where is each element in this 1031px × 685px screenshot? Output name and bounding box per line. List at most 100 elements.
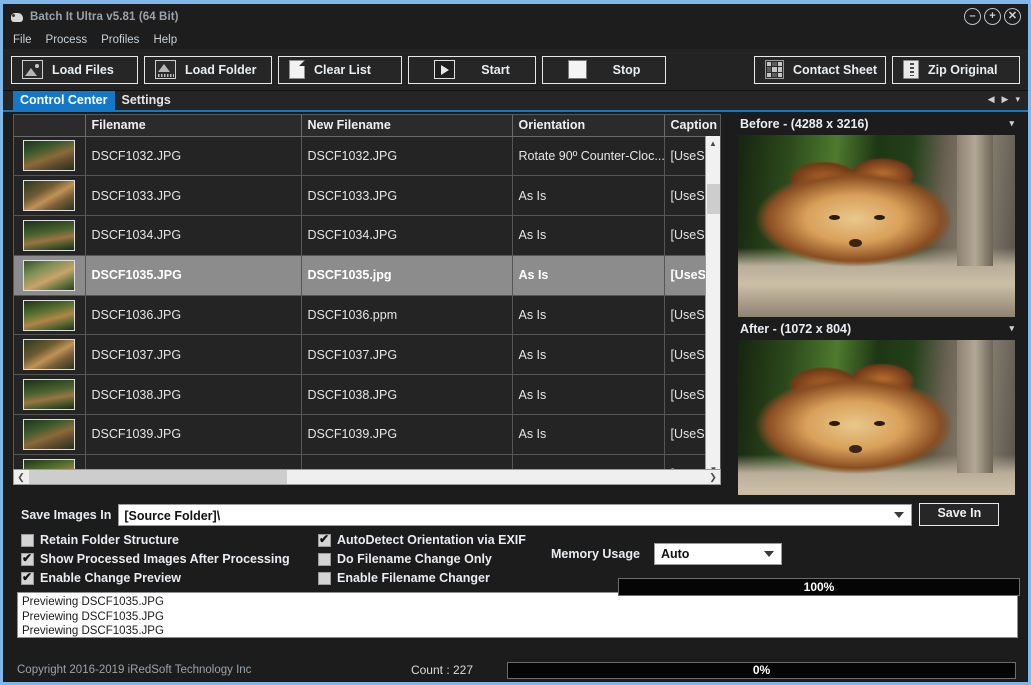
app-icon (11, 11, 24, 24)
load-folder-button[interactable]: Load Folder (144, 55, 272, 84)
column-header-thumbnail[interactable] (14, 115, 86, 137)
minimize-button[interactable]: – (964, 8, 981, 25)
cell-orientation: As Is (512, 374, 665, 416)
save-images-row: Save Images In [Source Folder]\ Save In (21, 503, 1028, 526)
maximize-button[interactable]: + (984, 8, 1001, 25)
table-row[interactable]: DSCF1038.JPGDSCF1038.JPGAs Is[UseSettin (14, 374, 720, 416)
checkbox-icon[interactable] (21, 570, 34, 585)
vertical-scrollbar[interactable]: ▲ ▼ (705, 136, 720, 475)
checkbox-icon[interactable] (318, 571, 331, 585)
settings-panel: Save Images In [Source Folder]\ Save In … (3, 495, 1028, 596)
zip-archive-icon (903, 60, 919, 79)
option-checkbox-right-2[interactable]: Enable Filename Changer (318, 571, 548, 585)
scroll-up-icon[interactable]: ▲ (706, 136, 720, 151)
cell-new-filename: DSCF1039.JPG (301, 414, 513, 455)
save-path-chevron-down-icon[interactable] (894, 511, 905, 518)
row-thumbnail-cell[interactable] (14, 255, 86, 296)
table-row[interactable]: DSCF1037.JPGDSCF1037.JPGAs Is[UseSettin (14, 334, 720, 376)
column-header-orientation[interactable]: Orientation (512, 115, 665, 137)
tab-next-icon[interactable]: ▶ (1002, 94, 1009, 105)
save-path-combobox[interactable]: [Source Folder]\ (118, 503, 913, 526)
window-title: Batch It Ultra v5.81 (64 Bit) (30, 11, 179, 23)
zip-original-button[interactable]: Zip Original (892, 55, 1020, 84)
option-checkbox-left-1[interactable]: Show Processed Images After Processing (21, 551, 318, 566)
horizontal-scrollbar-thumb[interactable] (29, 470, 287, 484)
tab-bar: Control Center Settings ◀ ▶ ▾ (3, 91, 1028, 112)
checkbox-icon[interactable] (318, 532, 331, 547)
table-row[interactable]: DSCF1032.JPG DSCF1032.JPG Rotate 90º Count… (14, 136, 720, 177)
thumbnail-image (23, 219, 76, 251)
row-thumbnail-cell[interactable] (14, 136, 86, 177)
thumbnail-image (23, 140, 76, 172)
before-preview-image[interactable] (738, 135, 1015, 317)
window-controls: – + ✕ (964, 8, 1021, 25)
after-chevron-down-icon[interactable]: ▾ (1009, 323, 1014, 334)
start-button[interactable]: Start (408, 55, 536, 84)
checkbox-icon[interactable] (21, 533, 34, 547)
save-in-button[interactable]: Save In (919, 503, 1000, 526)
vertical-scrollbar-thumb[interactable] (707, 184, 720, 214)
checkbox-icon[interactable] (21, 551, 34, 566)
copyright-text: Copyright 2016-2019 iRedSoft Technology … (17, 664, 252, 676)
table-row[interactable]: DSCF1039.JPGDSCF1039.JPGAs Is[UseSettin (14, 414, 720, 455)
checkbox-label: Enable Filename Changer (337, 571, 490, 585)
menu-profiles[interactable]: Profiles (101, 34, 139, 46)
load-folder-label: Load Folder (185, 62, 257, 77)
row-thumbnail-cell[interactable] (14, 175, 86, 217)
row-thumbnail-cell[interactable] (14, 414, 86, 455)
table-row[interactable]: DSCF1036.JPGDSCF1036.ppmAs Is[UseSettin (14, 295, 720, 336)
column-header-filename[interactable]: Filename (85, 115, 302, 137)
load-files-label: Load Files (52, 62, 114, 77)
memory-usage-chevron-down-icon[interactable] (763, 551, 774, 557)
menu-bar: File Process Profiles Help (3, 30, 1028, 49)
file-list-table: Filename New Filename Orientation Captio… (14, 115, 720, 475)
scroll-left-icon[interactable]: ❮ (14, 472, 28, 483)
contact-sheet-button[interactable]: Contact Sheet (754, 55, 886, 84)
option-checkbox-right-0[interactable]: AutoDetect Orientation via EXIF (318, 532, 548, 547)
stop-button[interactable]: Stop (542, 55, 666, 84)
menu-process[interactable]: Process (46, 34, 88, 46)
options-column-right: AutoDetect Orientation via EXIF Do Filena… (318, 532, 548, 585)
memory-usage-select[interactable]: Auto (653, 543, 782, 565)
table-row[interactable]: DSCF1033.JPGDSCF1033.JPGAs Is[UseSettin (14, 175, 720, 217)
log-line: Previewing DSCF1035.JPG (22, 596, 164, 608)
log-line: Previewing DSCF1035.JPG (22, 610, 164, 623)
menu-file[interactable]: File (13, 34, 32, 46)
row-thumbnail-cell[interactable] (14, 215, 86, 256)
option-checkbox-left-2[interactable]: Enable Change Preview (21, 570, 318, 585)
row-thumbnail-cell[interactable] (14, 295, 86, 336)
cell-orientation: As Is (512, 215, 665, 256)
tab-menu-chevron-down-icon[interactable]: ▾ (1015, 94, 1020, 105)
menu-help[interactable]: Help (153, 34, 177, 46)
table-row[interactable]: DSCF1034.JPGDSCF1034.JPGAs Is[UseSettin (14, 215, 720, 256)
checkbox-icon[interactable] (318, 552, 331, 566)
tab-prev-icon[interactable]: ◀ (988, 94, 995, 105)
zip-original-label: Zip Original (928, 62, 998, 77)
tab-settings[interactable]: Settings (115, 91, 178, 110)
tab-control-center[interactable]: Control Center (13, 91, 115, 110)
scroll-right-icon[interactable]: ❯ (706, 472, 720, 483)
cell-filename: DSCF1039.JPG (85, 414, 302, 455)
checkbox-label: Enable Change Preview (40, 571, 182, 585)
file-list-pane: Filename New Filename Orientation Captio… (3, 112, 732, 495)
column-header-new-filename[interactable]: New Filename (301, 115, 513, 137)
horizontal-scrollbar[interactable]: ❮ ❯ (13, 469, 721, 485)
option-checkbox-left-0[interactable]: Retain Folder Structure (21, 533, 318, 547)
load-files-button[interactable]: Load Files (11, 55, 138, 84)
row-thumbnail-cell[interactable] (14, 374, 86, 416)
image-file-icon (22, 60, 43, 79)
before-preview-title: Before - (4288 x 3216) (740, 116, 869, 131)
before-preview-header: Before - (4288 x 3216) ▾ (734, 112, 1022, 135)
option-checkbox-right-1[interactable]: Do Filename Change Only (318, 552, 548, 566)
toolbar: Load Files Load Folder Clear List Start … (3, 49, 1028, 91)
column-header-caption[interactable]: Caption (664, 115, 720, 137)
clear-list-button[interactable]: Clear List (278, 55, 402, 84)
stop-square-icon (567, 60, 587, 79)
checkbox-label: Do Filename Change Only (337, 552, 492, 566)
close-button[interactable]: ✕ (1004, 8, 1021, 25)
log-output[interactable]: Previewing DSCF1035.JPG Previewing DSCF1… (17, 592, 1018, 638)
preview-pane: Before - (4288 x 3216) ▾ After - (1072 x… (732, 112, 1022, 525)
row-thumbnail-cell[interactable] (14, 334, 86, 376)
table-row[interactable]: DSCF1035.JPGDSCF1035.jpgAs Is[UseSettin (14, 255, 720, 296)
before-chevron-down-icon[interactable]: ▾ (1009, 118, 1014, 129)
